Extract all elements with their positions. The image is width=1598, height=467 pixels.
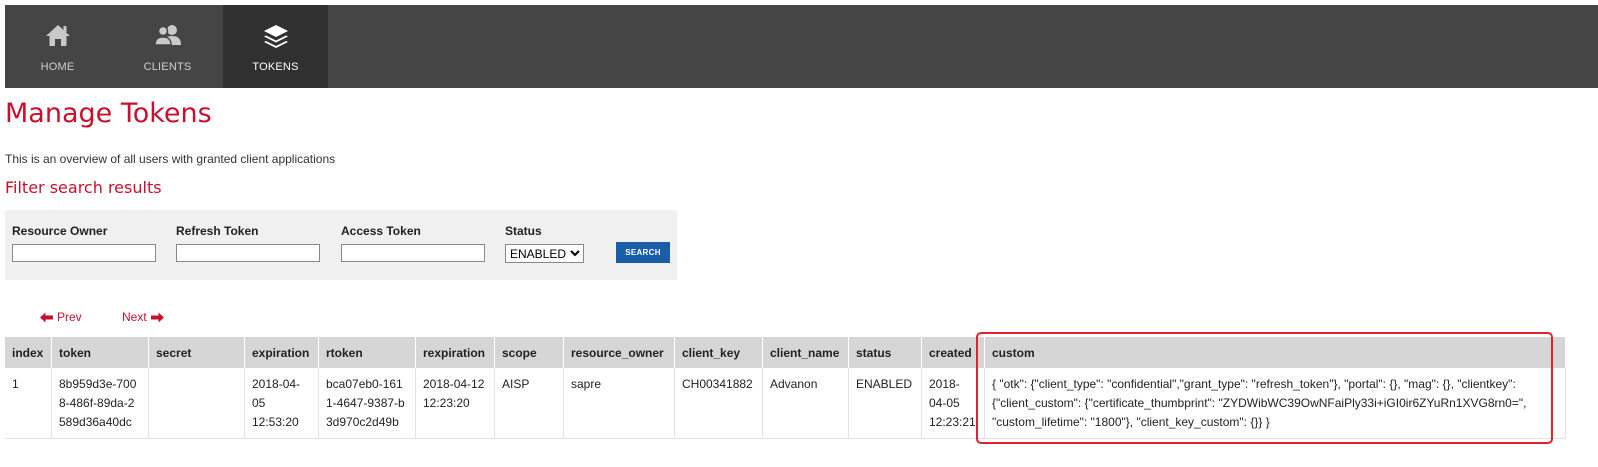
next-label: Next xyxy=(122,310,147,324)
search-button[interactable]: SEARCH xyxy=(616,242,670,263)
filter-title: Filter search results xyxy=(5,178,162,197)
refresh-token-filter: Refresh Token xyxy=(176,224,320,262)
layers-icon xyxy=(263,25,288,48)
col-header-scope: scope xyxy=(494,337,564,368)
refresh-token-input[interactable] xyxy=(176,244,320,262)
table-row: 1 8b959d3e-7008-486f-89da-2589d36a40dc 2… xyxy=(5,368,1566,439)
col-header-custom: custom xyxy=(984,337,1566,368)
arrow-left-icon xyxy=(40,312,53,322)
cell-client-name: Advanon xyxy=(762,368,849,439)
col-header-rtoken: rtoken xyxy=(318,337,416,368)
cell-rexpiration: 2018-04-12 12:23:20 xyxy=(415,368,495,439)
cell-status: ENABLED xyxy=(848,368,922,439)
col-header-created: created xyxy=(921,337,985,368)
col-header-secret: secret xyxy=(148,337,245,368)
cell-token: 8b959d3e-7008-486f-89da-2589d36a40dc xyxy=(51,368,149,439)
access-token-filter: Access Token xyxy=(341,224,485,262)
col-header-resource-owner: resource_owner xyxy=(563,337,675,368)
access-token-input[interactable] xyxy=(341,244,485,262)
cell-expiration: 2018-04-05 12:53:20 xyxy=(244,368,319,439)
col-header-client-name: client_name xyxy=(762,337,849,368)
table-header-row: index token secret expiration rtoken rex… xyxy=(5,337,1566,368)
col-header-rexpiration: rexpiration xyxy=(415,337,495,368)
cell-custom: { "otk": {"client_type": "confidential",… xyxy=(984,368,1566,439)
col-header-status: status xyxy=(848,337,922,368)
next-link[interactable]: Next xyxy=(122,310,164,324)
status-label: Status xyxy=(505,224,542,238)
cell-resource-owner: sapre xyxy=(563,368,675,439)
col-header-expiration: expiration xyxy=(244,337,319,368)
arrow-right-icon xyxy=(150,312,164,322)
nav-tokens[interactable]: TOKENS xyxy=(223,5,328,88)
filter-panel: Resource Owner Refresh Token Access Toke… xyxy=(5,210,677,280)
nav-home[interactable]: HOME xyxy=(5,5,110,88)
cell-rtoken: bca07eb0-1611-4647-9387-b3d970c2d49b xyxy=(318,368,416,439)
users-icon xyxy=(153,25,181,46)
nav-tokens-label: TOKENS xyxy=(252,61,299,73)
refresh-token-label: Refresh Token xyxy=(176,224,259,238)
prev-label: Prev xyxy=(57,310,82,324)
page-title: Manage Tokens xyxy=(5,98,212,129)
resource-owner-label: Resource Owner xyxy=(12,224,108,238)
cell-secret xyxy=(148,368,245,439)
nav-clients[interactable]: CLIENTS xyxy=(115,5,220,88)
access-token-label: Access Token xyxy=(341,224,421,238)
prev-link[interactable]: Prev xyxy=(40,310,82,324)
cell-scope: AISP xyxy=(494,368,564,439)
status-filter: Status ENABLED xyxy=(505,224,584,263)
top-navigation-bar: HOME CLIENTS TOKENS xyxy=(5,5,1598,88)
tokens-table: index token secret expiration rtoken rex… xyxy=(5,337,1566,439)
cell-created: 2018-04-05 12:23:21 xyxy=(921,368,985,439)
page-description: This is an overview of all users with gr… xyxy=(5,152,336,166)
nav-clients-label: CLIENTS xyxy=(143,61,192,73)
resource-owner-filter: Resource Owner xyxy=(12,224,156,262)
status-select[interactable]: ENABLED xyxy=(505,244,584,263)
resource-owner-input[interactable] xyxy=(12,244,156,262)
col-header-client-key: client_key xyxy=(674,337,763,368)
cell-index: 1 xyxy=(5,368,52,439)
cell-client-key: CH00341882 xyxy=(674,368,763,439)
col-header-index: index xyxy=(5,337,52,368)
col-header-token: token xyxy=(51,337,149,368)
nav-home-label: HOME xyxy=(40,61,75,73)
home-icon xyxy=(45,25,70,46)
